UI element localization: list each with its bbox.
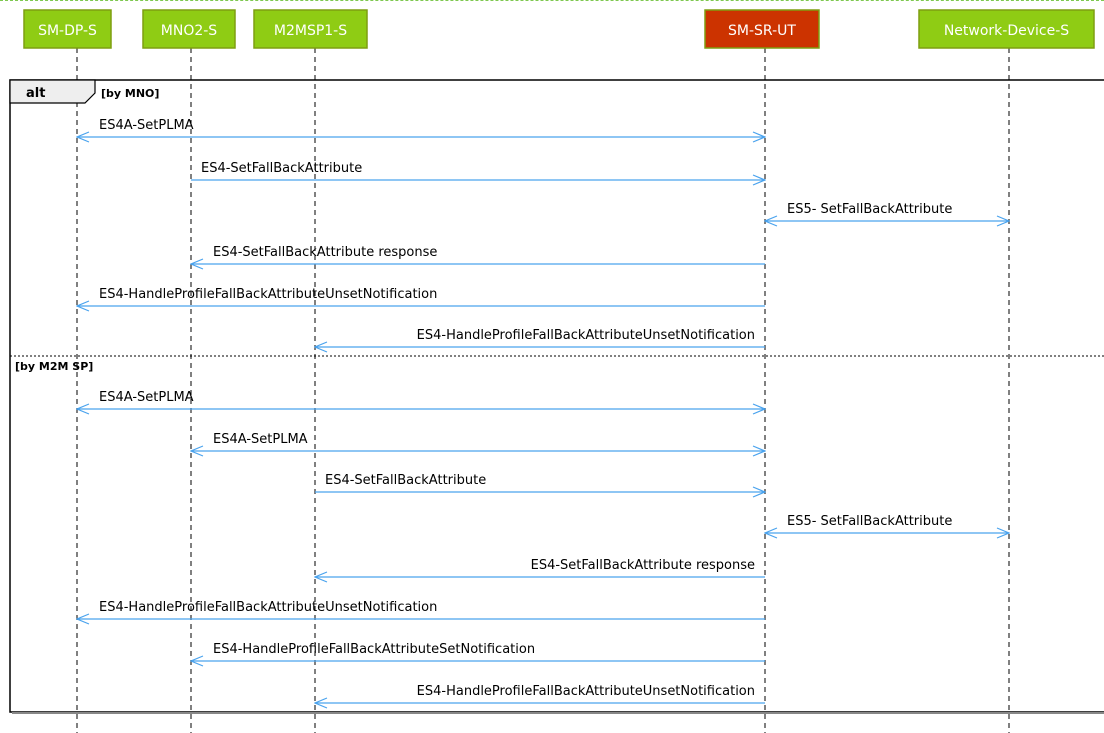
message-label: ES4-SetFallBackAttribute response (213, 245, 437, 260)
message-arrow[interactable]: ES4-HandleProfileFallBackAttributeUnsetN… (315, 328, 765, 347)
message-label: ES4-HandleProfileFallBackAttributeSetNot… (213, 642, 535, 657)
message-label: ES4-HandleProfileFallBackAttributeUnsetN… (417, 684, 755, 699)
message-label: ES5- SetFallBackAttribute (787, 202, 952, 217)
sequence-diagram: alt [by MNO] [by M2M SP] SM-DP-S MNO2-S … (9, 9, 1104, 733)
participant-network-device-s[interactable]: Network-Device-S (918, 9, 1095, 49)
participants: SM-DP-S MNO2-S M2MSP1-S SM-SR-UT Network… (23, 9, 1095, 49)
guard-by-m2m-sp: [by M2M SP] (15, 360, 93, 373)
message-arrow[interactable]: ES4A-SetPLMA (77, 118, 765, 137)
message-arrow[interactable]: ES4-SetFallBackAttribute (191, 161, 765, 180)
participant-label: SM-SR-UT (728, 23, 796, 39)
participant-mno2-s[interactable]: MNO2-S (142, 9, 236, 49)
message-arrow[interactable]: ES4-SetFallBackAttribute response (315, 558, 765, 577)
message-arrow[interactable]: ES4-HandleProfileFallBackAttributeUnsetN… (77, 287, 765, 306)
participant-m2msp1-s[interactable]: M2MSP1-S (253, 9, 368, 49)
message-label: ES4-SetFallBackAttribute (201, 161, 362, 176)
participant-label: SM-DP-S (38, 23, 97, 39)
message-arrow[interactable]: ES4-HandleProfileFallBackAttributeSetNot… (191, 642, 765, 661)
message-label: ES4-HandleProfileFallBackAttributeUnsetN… (417, 328, 755, 343)
alt-keyword: alt (26, 86, 45, 101)
messages: ES4A-SetPLMA ES4-SetFallBackAttribute ES5-… (77, 118, 1009, 703)
participant-sm-sr-ut[interactable]: SM-SR-UT (704, 9, 820, 49)
message-arrow[interactable]: ES4A-SetPLMA (77, 390, 765, 409)
message-label: ES4-SetFallBackAttribute (325, 473, 486, 488)
alt-tab (9, 79, 96, 104)
message-label: ES4-HandleProfileFallBackAttributeUnsetN… (99, 600, 437, 615)
message-arrow[interactable]: ES4-HandleProfileFallBackAttributeUnsetN… (77, 600, 765, 619)
message-label: ES5- SetFallBackAttribute (787, 514, 952, 529)
message-arrow[interactable]: ES4-SetFallBackAttribute (315, 473, 765, 492)
message-label: ES4-HandleProfileFallBackAttributeUnsetN… (99, 287, 437, 302)
guard-by-mno: [by MNO] (101, 87, 159, 100)
lifelines (76, 48, 1010, 733)
participant-label: M2MSP1-S (274, 23, 347, 39)
message-label: ES4A-SetPLMA (99, 118, 194, 133)
message-label: ES4A-SetPLMA (213, 432, 308, 447)
message-arrow[interactable]: ES4-HandleProfileFallBackAttributeUnsetN… (315, 684, 765, 703)
participant-sm-dp-s[interactable]: SM-DP-S (23, 9, 112, 49)
message-label: ES4A-SetPLMA (99, 390, 194, 405)
participant-label: Network-Device-S (944, 23, 1069, 39)
message-arrow[interactable]: ES4A-SetPLMA (191, 432, 765, 451)
message-arrow[interactable]: ES5- SetFallBackAttribute (765, 202, 1009, 221)
participant-label: MNO2-S (161, 23, 218, 39)
message-arrow[interactable]: ES5- SetFallBackAttribute (765, 514, 1009, 533)
message-arrow[interactable]: ES4-SetFallBackAttribute response (191, 245, 765, 264)
message-label: ES4-SetFallBackAttribute response (531, 558, 755, 573)
